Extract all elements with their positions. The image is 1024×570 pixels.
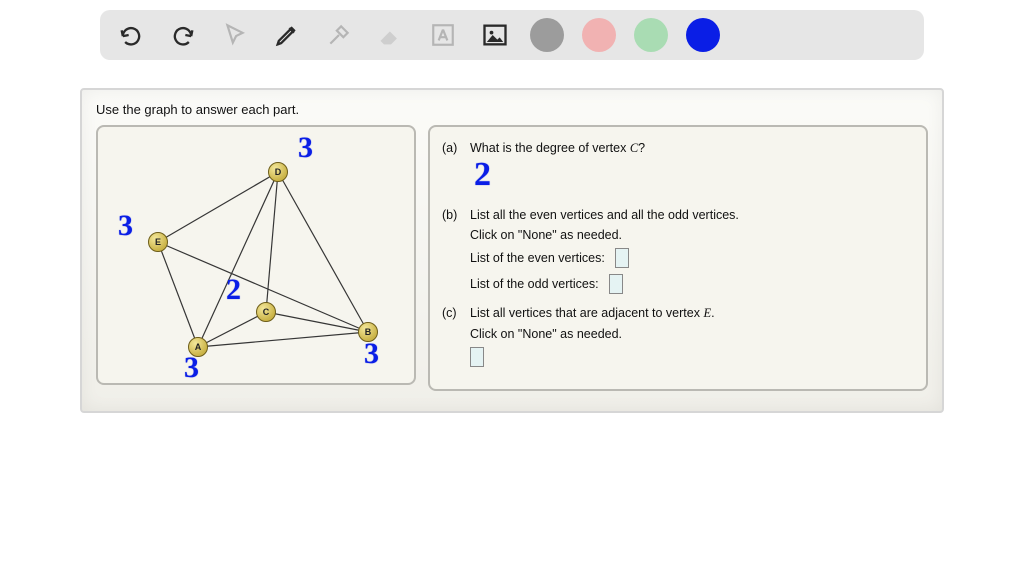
even-vertices-label: List of the even vertices:	[470, 251, 605, 265]
hand-label-b: 3	[364, 339, 379, 369]
redo-icon	[169, 21, 197, 49]
cursor-icon	[222, 22, 248, 48]
exercise-card: Use the graph to answer each part. D E	[80, 88, 944, 413]
hand-label-d: 3	[298, 133, 313, 163]
question-c-line2: Click on "None" as needed.	[470, 327, 914, 341]
text-icon	[430, 22, 456, 48]
vertex-e: E	[148, 232, 168, 252]
undo-icon	[117, 21, 145, 49]
hand-label-e: 3	[118, 211, 133, 241]
redo-button[interactable]	[166, 18, 200, 52]
question-a-label: (a)	[442, 141, 470, 202]
odd-vertices-input[interactable]	[609, 274, 623, 294]
tools-button[interactable]	[322, 18, 356, 52]
question-b: (b) List all the even vertices and all t…	[442, 208, 914, 300]
text-tool[interactable]	[426, 18, 460, 52]
question-b-line2: Click on "None" as needed.	[470, 228, 914, 242]
color-swatch-green[interactable]	[634, 18, 668, 52]
pen-icon	[273, 21, 301, 49]
question-b-line1: List all the even vertices and all the o…	[470, 208, 914, 222]
color-swatch-pink[interactable]	[582, 18, 616, 52]
question-a: (a) What is the degree of vertex C? 2	[442, 141, 914, 202]
question-c-label: (c)	[442, 306, 470, 373]
question-c-text: List all vertices that are adjacent to v…	[470, 306, 914, 321]
hand-answer-a: 2	[474, 158, 491, 192]
hand-label-a: 3	[184, 353, 199, 383]
pen-tool[interactable]	[270, 18, 304, 52]
instruction-text: Use the graph to answer each part.	[96, 102, 928, 117]
hand-label-c: 2	[226, 275, 241, 305]
color-swatch-gray[interactable]	[530, 18, 564, 52]
eraser-tool[interactable]	[374, 18, 408, 52]
image-tool[interactable]	[478, 18, 512, 52]
image-icon	[481, 21, 509, 49]
question-b-label: (b)	[442, 208, 470, 300]
question-a-text: What is the degree of vertex C?	[470, 141, 914, 156]
vertex-c: C	[256, 302, 276, 322]
even-vertices-input[interactable]	[615, 248, 629, 268]
tools-icon	[326, 22, 352, 48]
pointer-tool[interactable]	[218, 18, 252, 52]
adjacent-vertices-input[interactable]	[470, 347, 484, 367]
vertex-d: D	[268, 162, 288, 182]
question-c: (c) List all vertices that are adjacent …	[442, 306, 914, 373]
color-swatch-blue[interactable]	[686, 18, 720, 52]
undo-button[interactable]	[114, 18, 148, 52]
question-panel: (a) What is the degree of vertex C? 2 (b…	[428, 125, 928, 391]
graph-panel: D E C A B 3 3 2 3 3	[96, 125, 416, 385]
odd-vertices-label: List of the odd vertices:	[470, 277, 599, 291]
annotation-toolbar	[100, 10, 924, 60]
eraser-icon	[377, 21, 405, 49]
